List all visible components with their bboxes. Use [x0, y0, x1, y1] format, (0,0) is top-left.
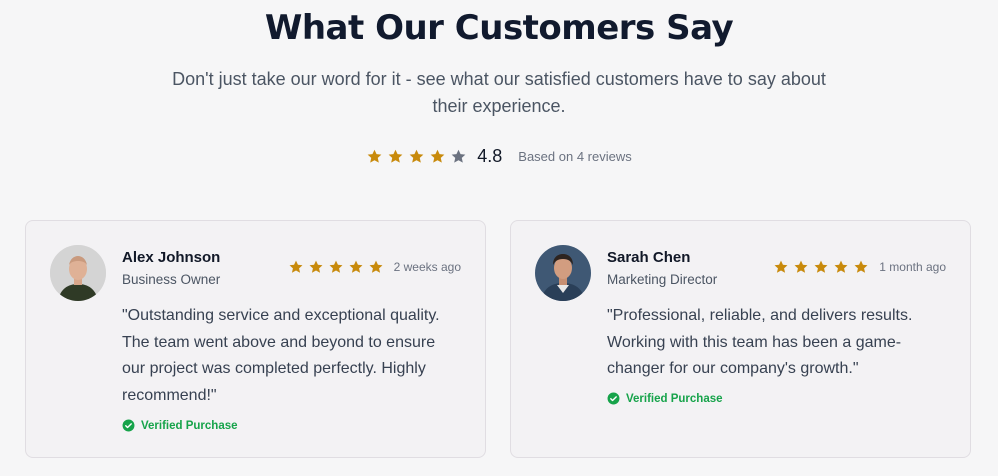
star-icon — [349, 260, 363, 273]
avatar — [50, 245, 106, 301]
review-quote: "Outstanding service and exceptional qua… — [122, 307, 440, 404]
reviewer-role: Business Owner — [122, 272, 221, 287]
section-subtitle: Don't just take our word for it - see wh… — [172, 69, 826, 116]
star-icon — [309, 260, 323, 273]
star-icon — [289, 260, 303, 273]
reviewer-name: Alex Johnson — [122, 249, 221, 266]
verified-label: Verified Purchase — [626, 392, 723, 405]
review-card: Sarah Chen Marketing Director 1 month ag… — [510, 220, 971, 458]
review-rating: 2 weeks ago — [288, 259, 461, 275]
verified-badge: Verified Purchase — [607, 392, 723, 405]
star-icon — [409, 149, 424, 163]
star-icon — [814, 260, 828, 273]
star-icon — [367, 149, 382, 163]
avatar-image — [535, 245, 591, 301]
star-icon — [329, 260, 343, 273]
testimonials-section: What Our Customers Say Don't just take o… — [0, 0, 998, 476]
star-icon — [854, 260, 868, 273]
star-empty-icon — [451, 149, 466, 163]
average-rating: 4.8 — [477, 146, 503, 166]
star-icon — [794, 260, 808, 273]
reviewer-role: Marketing Director — [607, 272, 718, 287]
verified-label: Verified Purchase — [141, 419, 238, 432]
star-icon — [774, 260, 788, 273]
star-icon — [369, 260, 383, 273]
review-count: Based on 4 reviews — [518, 149, 632, 164]
review-stars — [288, 259, 384, 275]
check-circle-icon — [607, 392, 620, 405]
review-time: 2 weeks ago — [393, 260, 461, 274]
reviewer-name: Sarah Chen — [607, 249, 691, 266]
review-stars — [773, 259, 869, 275]
check-circle-icon — [122, 419, 135, 432]
star-icon — [388, 149, 403, 163]
star-icon — [430, 149, 445, 163]
review-rating: 1 month ago — [773, 259, 946, 275]
avatar-image — [50, 245, 106, 301]
avatar — [535, 245, 591, 301]
review-time: 1 month ago — [879, 260, 946, 274]
rating-summary: 4.8 Based on 4 reviews — [0, 146, 998, 167]
review-card: Alex Johnson Business Owner 2 weeks ago … — [25, 220, 486, 458]
star-icon — [834, 260, 848, 273]
section-title: What Our Customers Say — [264, 8, 734, 48]
review-quote: "Professional, reliable, and delivers re… — [607, 307, 913, 377]
verified-badge: Verified Purchase — [122, 419, 238, 432]
summary-stars — [366, 148, 467, 165]
